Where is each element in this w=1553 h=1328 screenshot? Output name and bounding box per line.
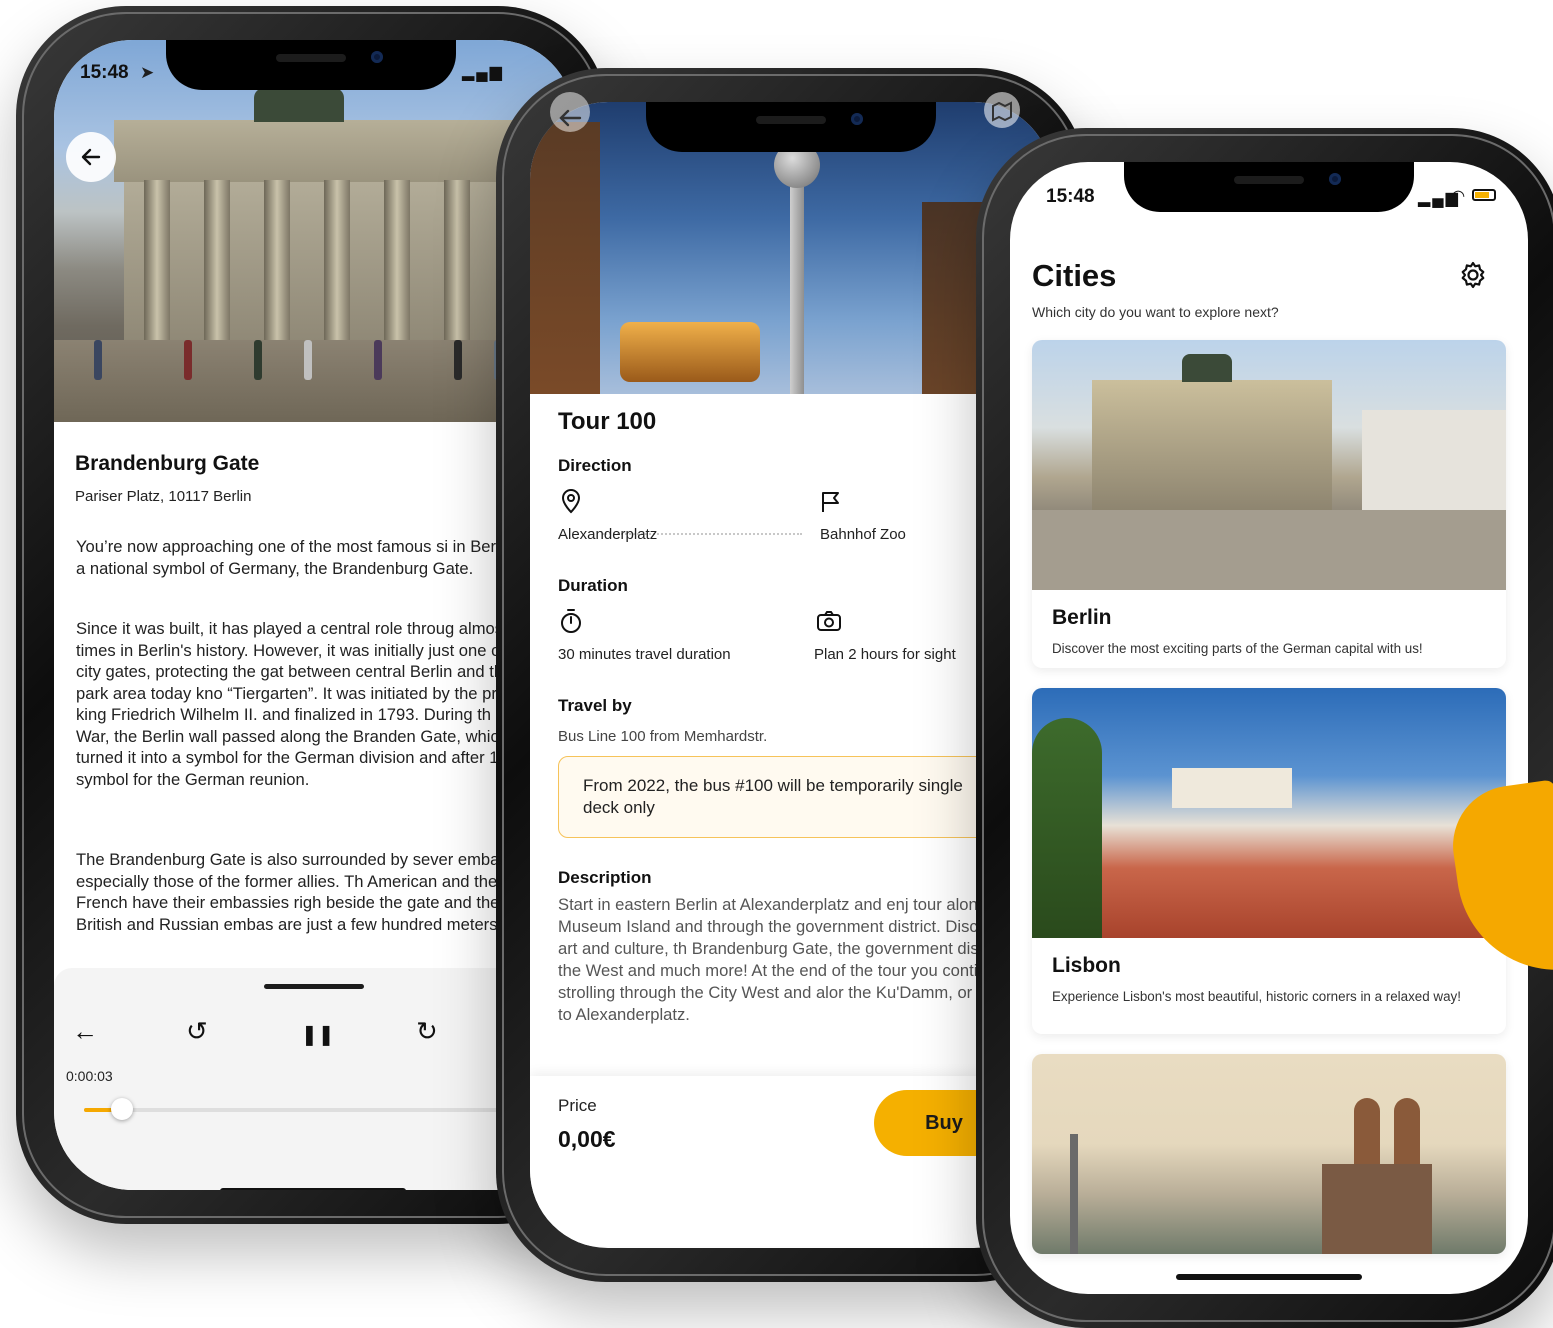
notice-box: From 2022, the bus #100 will be temporar… — [558, 756, 1020, 838]
cities-screen: 15:48 ▂▄▆ ◠ Cities Which city do you wan… — [1010, 162, 1528, 1294]
status-time: 15:48 — [1046, 186, 1095, 207]
price-value: 0,00€ — [558, 1126, 616, 1152]
forward-10-button[interactable]: ↻ — [416, 1016, 438, 1047]
travel-by: Bus Line 100 from Memhardstr. — [558, 728, 768, 745]
page-subtitle: Which city do you want to explore next? — [1032, 304, 1279, 320]
start-stop: Alexanderplatz — [558, 526, 658, 543]
sight-duration: Plan 2 hours for sight — [814, 646, 956, 663]
rewind-10-button[interactable]: ↺ — [186, 1016, 208, 1047]
sheet-grabber[interactable] — [264, 984, 364, 989]
notch — [166, 40, 456, 90]
purchase-footer: Price 0,00€ Buy — [530, 1076, 1052, 1246]
city-card-berlin[interactable]: Berlin Discover the most exciting parts … — [1032, 340, 1506, 668]
city-card-lisbon[interactable]: Lisbon Experience Lisbon's most beautifu… — [1032, 688, 1506, 1034]
notch — [646, 102, 936, 152]
description-paragraph: You’re now approaching one of the most f… — [76, 537, 545, 578]
city-photo — [1032, 688, 1506, 938]
pin-icon — [561, 489, 581, 514]
phone-cities: 15:48 ▂▄▆ ◠ Cities Which city do you wan… — [976, 128, 1553, 1328]
elapsed-time: 0:00:03 — [66, 1068, 113, 1084]
end-stop: Bahnhof Zoo — [820, 526, 906, 543]
pause-button[interactable]: ❚❚ — [301, 1022, 335, 1047]
notch — [1124, 162, 1414, 212]
back-button[interactable] — [66, 132, 116, 182]
home-indicator — [1176, 1274, 1362, 1280]
city-description: Experience Lisbon's most beautiful, hist… — [1052, 989, 1461, 1004]
tour-detail-screen: Tour 100 Direction Alexanderplatz Bahnho… — [530, 102, 1052, 1248]
page-title: Cities — [1032, 258, 1117, 293]
settings-button[interactable] — [1458, 260, 1488, 297]
travel-heading: Travel by — [558, 696, 632, 715]
back-arrow-icon — [559, 109, 582, 127]
place-address: Pariser Platz, 10117 Berlin — [75, 488, 252, 505]
description-paragraph: Since it was built, it has played a cent… — [76, 619, 545, 789]
map-button[interactable] — [984, 92, 1020, 128]
tour-title: Tour 100 — [558, 408, 657, 435]
city-description: Discover the most exciting parts of the … — [1052, 641, 1423, 656]
flag-icon — [822, 492, 839, 512]
city-photo — [1032, 340, 1506, 590]
status-time: 15:48 — [80, 62, 129, 83]
place-title: Brandenburg Gate — [75, 452, 260, 475]
notice-text: From 2022, the bus #100 will be temporar… — [583, 776, 963, 817]
city-name: Berlin — [1052, 606, 1112, 629]
location-arrow-icon: ➤ — [140, 63, 155, 82]
back-button[interactable] — [550, 92, 590, 132]
battery-icon — [1472, 189, 1496, 201]
progress-slider[interactable] — [84, 1098, 554, 1120]
price-label: Price — [558, 1096, 597, 1115]
description-heading: Description — [558, 868, 652, 887]
city-photo — [1032, 1054, 1506, 1254]
direction-heading: Direction — [558, 456, 632, 475]
city-card-munich[interactable] — [1032, 1054, 1506, 1254]
gear-icon — [1461, 261, 1485, 289]
home-indicator — [220, 1188, 406, 1190]
stopwatch-icon — [561, 609, 581, 633]
duration-heading: Duration — [558, 576, 628, 595]
slider-thumb[interactable] — [111, 1098, 133, 1120]
travel-duration: 30 minutes travel duration — [558, 646, 731, 663]
player-back-button[interactable]: ← — [72, 1016, 98, 1047]
camera-icon — [817, 611, 841, 631]
tour-description: Start in eastern Berlin at Alexanderplat… — [558, 895, 1021, 1024]
signal-icon: ▂▄▆ — [462, 64, 504, 81]
wifi-icon: ◠ — [1452, 188, 1467, 205]
city-name: Lisbon — [1052, 954, 1121, 977]
gate-structure — [114, 120, 514, 350]
back-arrow-icon — [81, 148, 101, 166]
world-clock — [620, 322, 760, 382]
description-paragraph: The Brandenburg Gate is also surrounded … — [76, 850, 545, 934]
map-icon — [992, 101, 1012, 122]
